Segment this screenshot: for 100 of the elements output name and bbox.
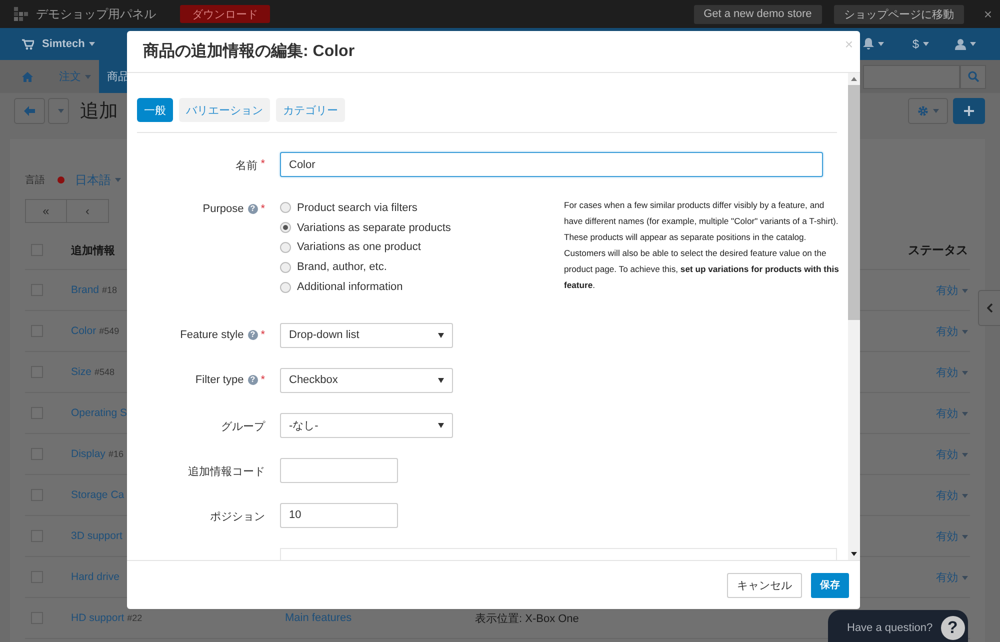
logo-icon [14,7,28,21]
field-label: Filter type [195,374,244,386]
dialog-title: 商品の追加情報の編集: Color [143,41,355,62]
feature-link[interactable]: Brand [71,284,100,296]
group-link[interactable]: Main features [285,612,352,624]
radio-option[interactable]: Variations as one product [280,238,564,258]
feature-link[interactable]: HD support [71,612,124,624]
status-dropdown[interactable]: 有効 [936,528,968,544]
scrollbar[interactable] [848,73,860,560]
help-icon[interactable]: ? [248,330,258,340]
pagination-button[interactable]: « [25,199,67,223]
sidebar-toggle[interactable] [978,290,1000,326]
currency-menu[interactable]: $ [912,37,929,51]
display-location: 表示位置: X-Box One [475,612,579,626]
radio-option[interactable]: Variations as separate products [280,218,564,238]
feature-id: #549 [99,326,120,336]
caret-icon [85,74,91,78]
chat-button[interactable]: Have a question? ? [828,610,968,642]
status-dropdown[interactable]: 有効 [936,364,968,380]
radio-button[interactable] [280,282,291,293]
dropdown-field[interactable]: Drop-down list [280,322,453,348]
history-dropdown[interactable] [48,98,69,124]
caret-icon [438,332,444,338]
caret-icon [923,42,929,46]
caret-icon [962,452,968,457]
caret-icon [962,412,968,416]
field-label: ポジション [210,510,265,524]
settings-button[interactable] [908,98,948,124]
download-button[interactable]: ダウンロード [180,5,270,23]
caret-icon [933,109,939,113]
feature-link[interactable]: Color [71,325,96,337]
help-icon[interactable]: ? [248,204,258,214]
feature-id: #22 [127,613,142,623]
text-field[interactable] [280,458,398,483]
search-button[interactable] [960,64,986,88]
bell-menu[interactable] [863,38,884,50]
caret-icon [58,109,64,113]
field-label: 追加情報コード [188,464,265,479]
save-button[interactable]: 保存 [811,572,849,598]
pagination-button[interactable]: ‹ [67,199,109,223]
caret-icon [962,494,968,498]
user-icon [955,38,966,50]
radio-button[interactable] [280,262,291,273]
top-bar-button[interactable]: ショップページに移動 [834,4,964,24]
close-button[interactable]: × [984,6,992,22]
radio-option[interactable]: Product search via filters [280,198,564,218]
caret-icon [962,288,968,293]
feature-link[interactable]: Hard drive [71,571,120,583]
feature-link[interactable]: Storage Ca [71,489,124,501]
caret-icon [962,534,968,539]
status-dropdown[interactable]: 有効 [936,488,968,502]
feature-id: #18 [102,285,118,295]
user-menu[interactable] [955,38,976,50]
tab[interactable]: バリエーション [179,98,270,122]
tab[interactable]: 一般 [137,98,173,122]
plus-icon [964,106,974,116]
chevron-left-icon [987,303,993,313]
dropdown-field[interactable]: -なし- [280,412,453,438]
feature-link[interactable]: Operating S [71,407,128,419]
back-button[interactable] [14,98,45,124]
field-label: 名前 [236,159,258,173]
radio-button[interactable] [280,242,291,253]
feature-id: #16 [108,449,124,459]
status-dropdown[interactable]: 有効 [936,324,968,338]
feature-link[interactable]: 3D support [71,530,122,542]
cancel-button[interactable]: キャンセル [727,572,802,598]
feature-link[interactable]: Display [71,448,106,460]
radio-button[interactable] [280,202,291,214]
close-button[interactable]: × [844,36,853,52]
text-field[interactable]: 10 [280,502,398,528]
dropdown-field[interactable]: Checkbox [280,368,453,393]
status-dropdown[interactable]: 有効 [936,446,968,462]
field-label: グループ [221,420,265,434]
feature-link[interactable]: Size [71,366,92,378]
required-mark: * [260,158,265,170]
store-menu[interactable]: Simtech [42,38,95,50]
caret-icon [962,576,968,580]
status-dropdown[interactable]: 有効 [936,282,968,298]
search-icon [968,71,978,82]
top-bar-button[interactable]: Get a new demo store [694,4,822,24]
cart-icon [22,38,34,50]
tab[interactable]: カテゴリー [276,98,345,122]
radio-button[interactable] [280,222,291,234]
flag-icon [57,176,65,184]
caret-icon [970,42,976,46]
required-mark: * [260,203,265,215]
add-button[interactable] [953,98,985,124]
language-menu[interactable]: 日本語 [75,172,121,188]
status-dropdown[interactable]: 有効 [936,406,968,420]
text-field[interactable]: Color [280,152,823,177]
caret-icon [878,42,884,46]
status-dropdown[interactable]: 有効 [936,570,968,584]
page-title: 追加 [80,100,118,124]
gear-icon [917,105,929,117]
help-icon[interactable]: ? [248,374,258,385]
radio-option[interactable]: Brand, author, etc. [280,257,564,278]
caret-icon [438,378,444,383]
radio-option[interactable]: Additional information [280,277,564,297]
home-icon[interactable] [22,72,33,82]
required-mark: * [260,374,265,386]
